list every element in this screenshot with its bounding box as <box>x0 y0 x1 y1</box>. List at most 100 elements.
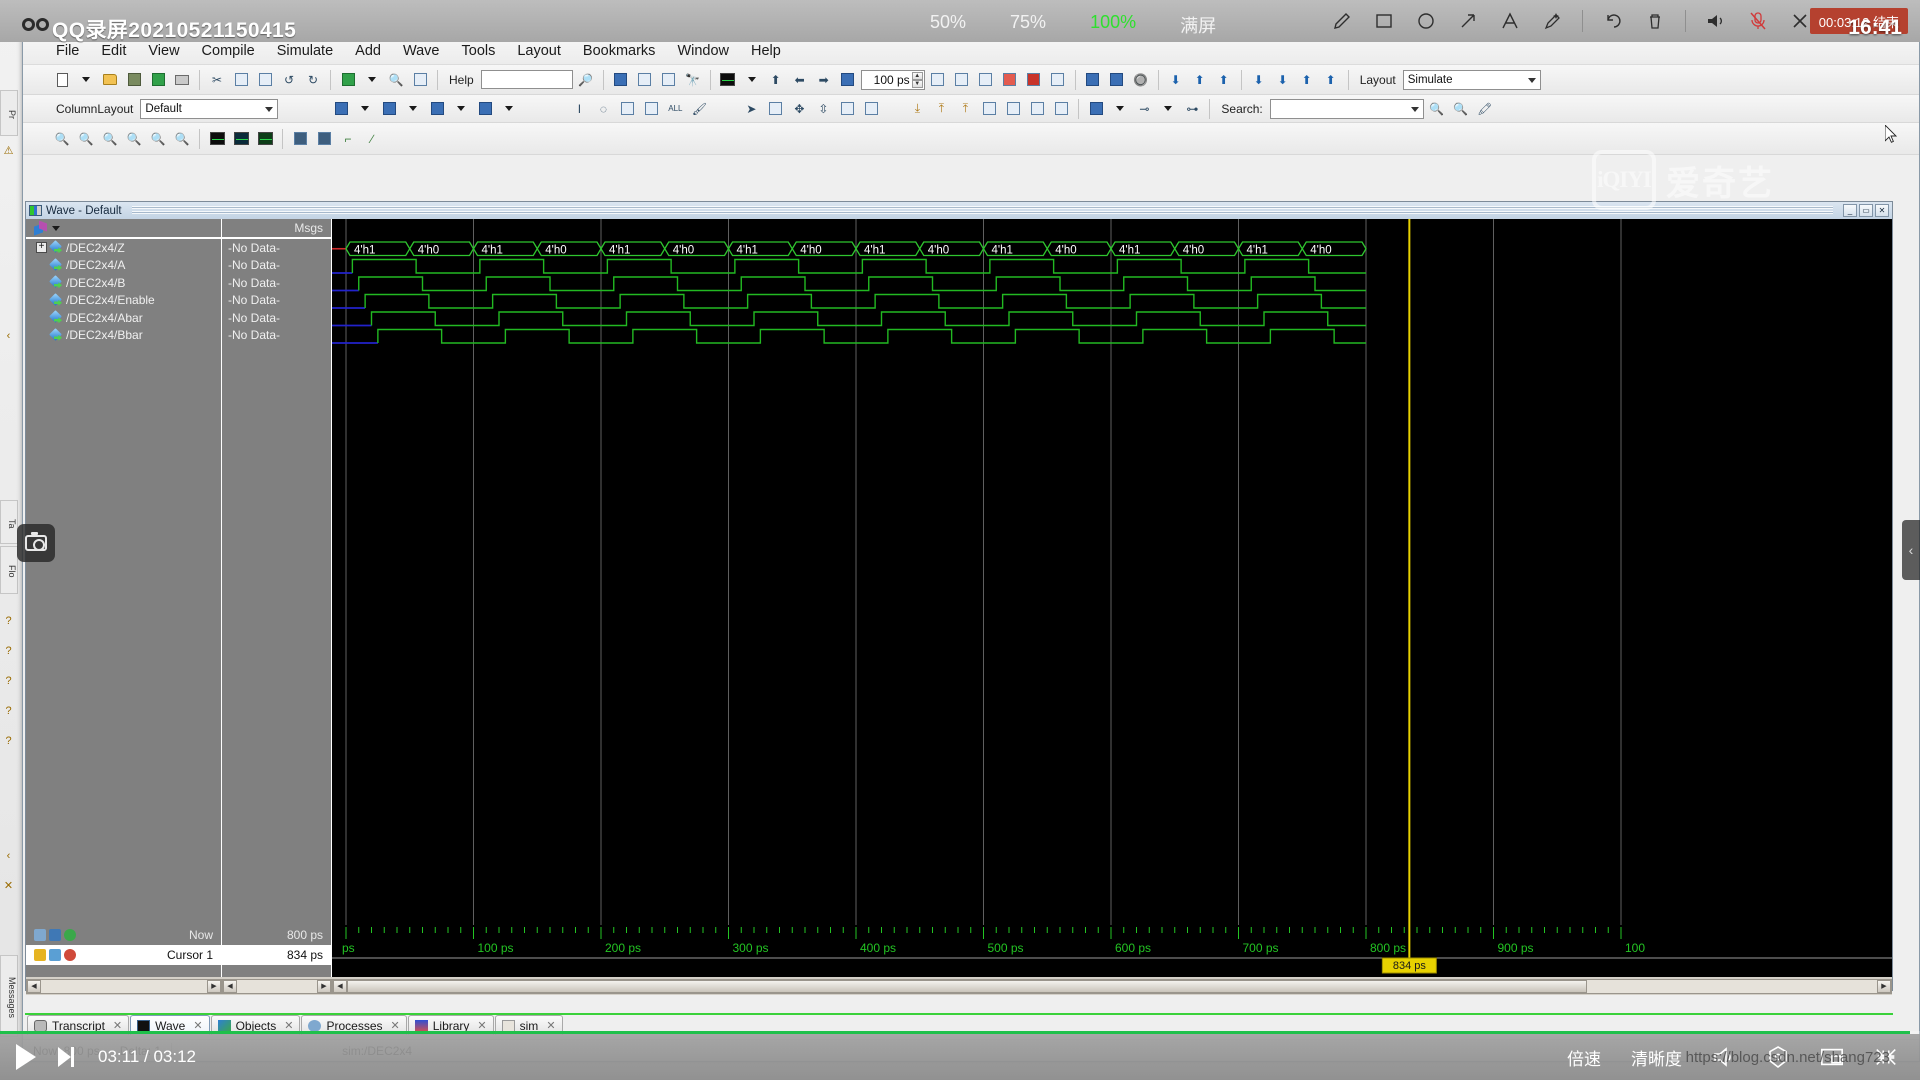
search-prev-icon[interactable]: 🔍 <box>1426 98 1448 120</box>
measure-icon[interactable]: ⇳ <box>812 98 834 120</box>
scroll-right-icon[interactable]: ▶ <box>317 979 331 993</box>
zoom-cursor-icon[interactable]: 🔍 <box>123 128 145 150</box>
zoom-out-icon[interactable]: 🔍 <box>75 128 97 150</box>
add-wave-dropdown-icon[interactable] <box>354 98 376 120</box>
coverage-icon[interactable] <box>1082 69 1104 91</box>
restart-icon[interactable] <box>837 69 859 91</box>
new-file-dropdown-icon[interactable] <box>75 69 97 91</box>
signal-row-abar[interactable]: /DEC2x4/Abar <box>26 309 221 327</box>
mic-muted-icon[interactable] <box>1746 9 1770 33</box>
signal-row-enable[interactable]: /DEC2x4/Enable <box>26 292 221 310</box>
scroll-thumb[interactable] <box>347 979 1587 993</box>
reload-icon[interactable] <box>147 69 169 91</box>
undo-icon[interactable]: ↺ <box>278 69 300 91</box>
scroll-left-icon[interactable]: ◀ <box>27 979 41 993</box>
menu-add[interactable]: Add <box>344 41 392 61</box>
waveform-hscrollbar[interactable]: ◀ ▶ <box>332 978 1892 994</box>
zoom-100-button[interactable]: 100% <box>1090 12 1136 38</box>
cursor-prev-icon[interactable]: ⤒ <box>930 98 952 120</box>
signal-names-pane[interactable]: + /DEC2x4/Z /DEC2x4/A /DEC2x4/B /DEC2x4/… <box>26 219 222 925</box>
bookmark-add-icon[interactable]: ⬇ <box>1165 69 1187 91</box>
time-step-input[interactable]: 100 ps ▲ ▼ <box>860 69 925 90</box>
signal-names-header[interactable] <box>26 219 221 239</box>
wave-window-minimize-button[interactable]: _ <box>1843 204 1857 217</box>
ellipse-icon[interactable] <box>1414 9 1438 33</box>
wave-style-3-icon[interactable] <box>254 128 276 150</box>
group-icon[interactable] <box>378 98 400 120</box>
ungroup-dropdown-icon[interactable] <box>450 98 472 120</box>
scroll-right-icon[interactable]: ▶ <box>207 979 221 993</box>
paste-icon[interactable] <box>254 69 276 91</box>
grid-icon[interactable] <box>634 69 656 91</box>
quality-button[interactable]: 清晰度 <box>1631 1045 1682 1070</box>
screenshot-button[interactable] <box>17 524 55 562</box>
columnlayout-combo[interactable]: Default <box>140 98 279 119</box>
zoom-range-icon[interactable]: 🔍 <box>147 128 169 150</box>
radix-binary-icon[interactable] <box>640 98 662 120</box>
undo-icon[interactable] <box>1601 9 1625 33</box>
expand-waves-icon[interactable]: ⊸ <box>1133 98 1155 120</box>
restart-sim-icon[interactable] <box>1047 69 1069 91</box>
timeline-axis[interactable]: ps 100 ps 200 ps 300 ps 400 ps 500 ps 600 ps 70… <box>332 925 1892 977</box>
right-panel-collapse-button[interactable]: ‹ <box>1902 520 1920 580</box>
names-hscrollbar[interactable]: ◀ ▶ <box>26 978 222 994</box>
profile-icon[interactable] <box>1106 69 1128 91</box>
cursor-add-icon[interactable] <box>49 929 61 941</box>
wave-zoom-all-icon[interactable]: ⬇ <box>1272 69 1294 91</box>
cursor-center-icon[interactable] <box>1050 98 1072 120</box>
signal-group-dropdown-icon[interactable] <box>52 225 60 231</box>
scroll-left-icon[interactable]: ◀ <box>333 979 347 993</box>
menu-wave[interactable]: Wave <box>392 41 451 61</box>
signal-row-a[interactable]: /DEC2x4/A <box>26 257 221 275</box>
zoom-select-icon[interactable] <box>764 98 786 120</box>
zoom-in-icon[interactable]: 🔍 <box>51 128 73 150</box>
close-icon[interactable] <box>1788 9 1812 33</box>
wave-grid-2-icon[interactable] <box>313 128 335 150</box>
search-options-icon[interactable]: 🖍 <box>1474 98 1496 120</box>
cursor-delete-icon[interactable] <box>1002 98 1024 120</box>
pan-icon[interactable]: ✥ <box>788 98 810 120</box>
scroll-right-icon[interactable]: ▶ <box>1877 979 1891 993</box>
zoom-75-button[interactable]: 75% <box>1010 12 1046 38</box>
radix-decimal-icon[interactable]: I <box>568 98 590 120</box>
wave-collapse-icon[interactable]: ⬆ <box>1320 69 1342 91</box>
cursor-lock-icon[interactable] <box>34 949 46 961</box>
bookmark-wave-icon[interactable] <box>1085 98 1107 120</box>
wave-step-icon[interactable]: ⌐ <box>337 128 359 150</box>
bookmark-wave-dropdown-icon[interactable] <box>1109 98 1131 120</box>
cursor-new-icon[interactable] <box>64 929 76 941</box>
zoom-fullscreen-button[interactable]: 满屏 <box>1180 12 1216 38</box>
wave-window-maximize-button[interactable]: ▭ <box>1859 204 1873 217</box>
wave-style-1-icon[interactable] <box>206 128 228 150</box>
signal-values-pane[interactable]: Msgs -No Data- -No Data- -No Data- -No D… <box>222 219 332 925</box>
group-dropdown-icon[interactable] <box>402 98 424 120</box>
cursor-lock-icon[interactable] <box>978 98 1000 120</box>
break-icon[interactable] <box>999 69 1021 91</box>
time-step-up-icon[interactable]: ▲ <box>911 71 923 80</box>
wave-style-2-icon[interactable] <box>230 128 252 150</box>
menu-help[interactable]: Help <box>740 41 792 61</box>
signal-row-b[interactable]: /DEC2x4/B <box>26 274 221 292</box>
radix-all-icon[interactable]: ALL <box>664 98 686 120</box>
open-folder-icon[interactable] <box>99 69 121 91</box>
format-dropdown-icon[interactable] <box>498 98 520 120</box>
columns-icon[interactable] <box>658 69 680 91</box>
radix-hex-icon[interactable] <box>616 98 638 120</box>
menu-tools[interactable]: Tools <box>451 41 507 61</box>
select-arrow-icon[interactable]: ➤ <box>740 98 762 120</box>
redo-icon[interactable]: ↻ <box>302 69 324 91</box>
quartus-sidetab-flow[interactable]: Flo <box>0 546 18 594</box>
pencil-icon[interactable] <box>1330 9 1354 33</box>
binoculars-icon[interactable]: 🔭 <box>682 69 704 91</box>
format-icon[interactable] <box>474 98 496 120</box>
quartus-sidetab-project[interactable]: Pr <box>0 90 18 136</box>
structure-icon[interactable] <box>409 69 431 91</box>
cursor-row-now[interactable]: Now <box>26 925 221 945</box>
speaker-icon[interactable] <box>1704 9 1728 33</box>
expand-z-icon[interactable]: + <box>36 242 47 254</box>
new-file-icon[interactable] <box>51 69 73 91</box>
wave-zoom-sel-icon[interactable]: ⬇ <box>1248 69 1270 91</box>
time-step-down-icon[interactable]: ▼ <box>911 79 923 88</box>
cursor-next-icon[interactable]: ⤒ <box>954 98 976 120</box>
wave-window-close-button[interactable]: ✕ <box>1875 204 1889 217</box>
